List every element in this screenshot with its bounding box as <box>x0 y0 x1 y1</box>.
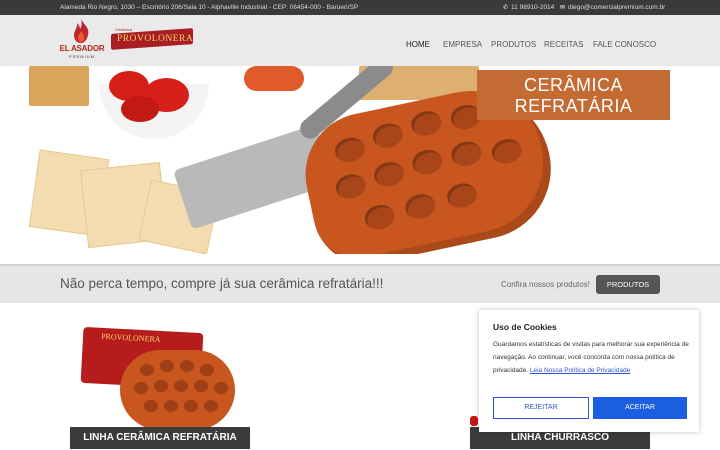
tray-cup <box>160 360 174 372</box>
banner-title-line1: CERÂMICA <box>523 75 623 95</box>
nav-fale-conosco[interactable]: FALE CONOSCO <box>593 40 656 49</box>
dish-cup <box>371 159 407 190</box>
tray-cup <box>194 380 208 392</box>
nav-receitas[interactable]: RECEITAS <box>544 40 583 49</box>
promo-strip: Não perca tempo, compre já sua cerâmica … <box>0 264 720 303</box>
nav-home[interactable]: HOME <box>406 40 430 49</box>
dish-cup <box>410 147 445 177</box>
phone-contact[interactable]: ✆ 11 98910-2014 <box>503 0 554 16</box>
dish-cup <box>362 202 397 233</box>
product-label-ceramica[interactable]: LINHA CERÂMICA REFRATÁRIA <box>70 427 250 449</box>
tray-cup <box>144 400 158 412</box>
dish-cup <box>409 108 444 139</box>
dish-cup <box>333 171 368 202</box>
box-brand-text: PROVOLONERA <box>100 331 161 344</box>
promo-cta-text: Confira nossos produtos! <box>501 280 590 289</box>
email-text: diego@comercialpremium.com.br <box>568 4 666 11</box>
reject-cookies-button[interactable]: REJEITAR <box>493 397 589 419</box>
email-contact[interactable]: ✉ diego@comercialpremium.com.br <box>560 0 665 16</box>
brand-name: EL ASADOR <box>59 44 105 53</box>
nav-produtos[interactable]: PRODUTOS <box>491 40 536 49</box>
tray-cup <box>140 364 154 376</box>
dish-cup <box>449 138 484 169</box>
dish-cup <box>332 135 368 165</box>
provolonera-logo[interactable]: Cerâmica PROVOLONERA <box>107 27 193 53</box>
site-header: EL ASADOR PREMIUM Cerâmica PROVOLONERA H… <box>0 15 720 66</box>
logo-provolonera-text: PROVOLONERA <box>117 34 194 44</box>
envelope-icon: ✉ <box>560 5 566 11</box>
phone-text: 11 98910-2014 <box>511 4 555 11</box>
flame-icon <box>74 19 89 43</box>
top-info-bar: Alameda Rio Negro, 1030 – Escritório 206… <box>0 0 720 15</box>
produtos-button[interactable]: PRODUTOS <box>596 275 660 294</box>
cookie-title: Uso de Cookies <box>493 322 557 332</box>
tray-cup <box>184 400 198 412</box>
tray-cup <box>180 360 194 372</box>
dish-cup <box>403 191 438 222</box>
tray-cup <box>204 400 218 412</box>
churrasco-product-image[interactable] <box>470 416 478 426</box>
address-text: Alameda Rio Negro, 1030 – Escritório 206… <box>60 4 359 11</box>
dish-cup <box>444 180 480 211</box>
logo-small-text: Cerâmica <box>115 27 133 32</box>
tray-cup <box>164 400 178 412</box>
el-asador-logo[interactable]: EL ASADOR PREMIUM <box>58 19 106 63</box>
tray-cup <box>200 364 214 376</box>
dish-cup <box>370 120 406 151</box>
nav-empresa[interactable]: EMPRESA <box>443 40 482 49</box>
tray-cup <box>214 382 228 394</box>
cookie-text-block: Guardamos estatísticas de visitas para m… <box>493 339 691 377</box>
cracker-image <box>29 66 89 106</box>
promo-headline: Não perca tempo, compre já sua cerâmica … <box>60 276 384 291</box>
cookie-consent-dialog: Uso de Cookies Guardamos estatísticas de… <box>479 310 699 432</box>
banner-title-band: CERÂMICA REFRATÁRIA <box>477 70 670 120</box>
ceramic-tray-image[interactable] <box>120 350 235 430</box>
brand-subtitle: PREMIUM <box>69 54 95 59</box>
tray-cup <box>154 380 168 392</box>
tray-cup <box>174 380 188 392</box>
banner-title-line2: REFRATÁRIA <box>514 96 633 116</box>
tray-cup <box>134 382 148 394</box>
pepper-image <box>121 96 159 122</box>
phone-icon: ✆ <box>503 5 509 11</box>
hero-banner[interactable]: CERÂMICA REFRATÁRIA <box>29 66 670 254</box>
dish-cup <box>489 136 524 167</box>
accept-cookies-button[interactable]: ACEITAR <box>593 397 687 419</box>
sauce-bowl-image <box>244 66 304 91</box>
privacy-policy-link[interactable]: Leia Nossa Política de Privacidade <box>530 367 630 374</box>
